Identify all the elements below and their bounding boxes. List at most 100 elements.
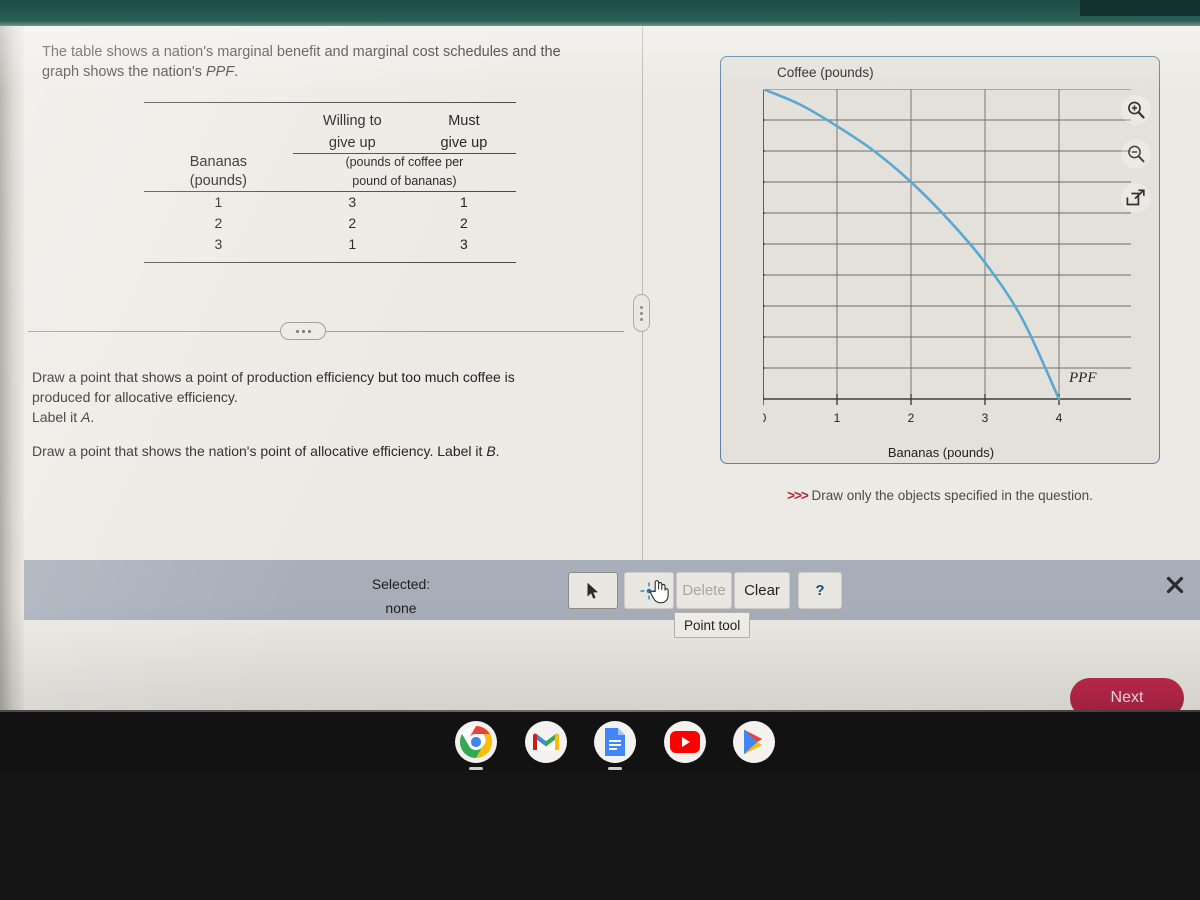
selected-value-text: none	[385, 600, 417, 616]
select-tool-button[interactable]	[568, 572, 618, 609]
next-button[interactable]: Next	[1070, 678, 1184, 710]
monitor-bezel-corner	[1080, 0, 1200, 16]
task-a-label-letter: A	[81, 409, 91, 425]
delete-button[interactable]: Delete	[676, 572, 732, 609]
header-must-line2: give up	[411, 130, 516, 154]
open-in-new-icon	[1126, 189, 1145, 206]
table-row: 2 2 2	[144, 213, 516, 234]
magnifier-plus-icon	[1128, 101, 1145, 119]
point-tool-tooltip: Point tool	[674, 612, 751, 638]
task-a-label-pre: Label it	[32, 409, 82, 425]
ellipsis-dot-icon	[295, 329, 299, 333]
hint-text: Draw only the objects specified in the q…	[811, 488, 1093, 503]
table-row: 1 3 1	[144, 192, 516, 214]
marginal-benefit-cost-table: Willing to Must give up give up Bananas …	[144, 102, 516, 263]
prompt-line-1: The table shows a nation's marginal bene…	[42, 44, 561, 60]
splitter-grip-handle[interactable]	[633, 294, 650, 332]
x-tick-label: 2	[908, 411, 915, 425]
header-bananas-line2: (pounds)	[144, 172, 293, 192]
chrome-glyph-icon	[459, 725, 493, 759]
grip-dot-icon	[640, 317, 643, 321]
screen-photograph: The table shows a nation's marginal bene…	[0, 0, 1200, 900]
horizontal-gridlines	[763, 89, 1131, 369]
taskbar-icon-row	[455, 718, 775, 770]
play-store-glyph-icon	[744, 729, 763, 755]
task-a-label-post: .	[90, 409, 95, 425]
ppf-curve-label: PPF	[1068, 370, 1097, 386]
chart-y-axis-title: Coffee (pounds)	[777, 65, 874, 80]
table-row: 3 1 3	[144, 234, 516, 255]
selected-status: Selected: none	[346, 572, 456, 620]
ppf-chart-svg[interactable]: 10 9 8 7 6 5 4 3 2 1 0 0	[763, 89, 1143, 429]
expand-ellipsis-button[interactable]	[280, 322, 326, 340]
youtube-glyph-icon	[669, 731, 700, 753]
task-a-line-2: produced for allocative efficiency.	[32, 389, 238, 405]
pane-splitter[interactable]	[633, 26, 650, 581]
open-in-new-window-button[interactable]	[1121, 183, 1151, 213]
task-b-pre: Draw a point that shows the nation's poi…	[32, 443, 487, 459]
x-tick-label: 3	[982, 411, 989, 425]
header-unit-line1: (pounds of coffee per	[345, 155, 464, 170]
close-toolbar-button[interactable]	[1166, 576, 1184, 594]
docs-glyph-icon	[605, 728, 625, 756]
divider-line	[28, 331, 624, 332]
grip-dot-icon	[640, 305, 643, 309]
x-axis-tick-labels: 0 1 2 3 4	[763, 411, 1063, 425]
chrome-icon[interactable]	[455, 721, 497, 770]
cell-must: 1	[460, 194, 468, 210]
gmail-glyph-icon	[532, 733, 559, 750]
drawing-toolbar: Selected: none Delete Clear ? Point tool	[24, 560, 1200, 638]
help-button[interactable]: ?	[798, 572, 842, 609]
header-willing-line2: give up	[292, 130, 412, 154]
table-bottom-rule	[144, 255, 516, 263]
task-a-text: Draw a point that shows a point of produ…	[32, 367, 592, 427]
cell-bananas: 1	[214, 194, 223, 210]
cell-willing: 1	[348, 236, 357, 252]
drawing-hint: >>> Draw only the objects specified in t…	[720, 488, 1160, 503]
header-bananas-line1: Bananas	[189, 154, 248, 170]
chart-x-axis-title: Bananas (pounds)	[887, 445, 995, 460]
cell-willing: 2	[348, 215, 357, 231]
hint-arrows-icon: >>>	[787, 488, 809, 503]
prompt-line-2-post: .	[234, 64, 239, 80]
ellipsis-dot-icon	[307, 329, 311, 333]
graph-panel[interactable]: Coffee (pounds) 1 2 3 4 PPF Bananas (pou…	[720, 56, 1160, 464]
question-pane: The table shows a nation's marginal bene…	[24, 26, 636, 556]
app-running-indicator	[469, 767, 483, 770]
question-prompt: The table shows a nation's marginal bene…	[42, 42, 618, 82]
magnifier-minus-icon	[1128, 145, 1145, 163]
youtube-icon[interactable]	[663, 721, 706, 763]
app-running-indicator	[608, 767, 622, 770]
table-header-row-4: (pounds) pound of bananas)	[144, 172, 516, 192]
hand-pointer-icon	[650, 580, 669, 604]
clear-button[interactable]: Clear	[734, 572, 790, 609]
header-unit-line2: pound of bananas)	[292, 172, 516, 192]
close-icon	[1166, 576, 1184, 594]
header-must-line1: Must	[448, 112, 480, 129]
section-divider	[24, 322, 628, 342]
table-header-row-1: Willing to Must	[144, 109, 516, 131]
chart-plot-area[interactable]: 10 9 8 7 6 5 4 3 2 1 0 0	[763, 89, 1143, 429]
x-tick-label: 1	[834, 411, 841, 425]
zoom-in-button[interactable]	[1121, 95, 1151, 125]
play-store-icon[interactable]	[733, 721, 775, 763]
application-viewport: The table shows a nation's marginal bene…	[0, 26, 1200, 710]
x-tick-label: 0	[763, 411, 767, 425]
task-b-post: .	[495, 443, 500, 459]
monitor-bezel-top	[0, 0, 1200, 28]
prompt-line-2-pre: graph shows the nation's	[42, 64, 206, 80]
cell-must: 3	[460, 236, 468, 252]
gmail-icon[interactable]	[524, 721, 567, 763]
zoom-out-button[interactable]	[1121, 139, 1151, 169]
os-taskbar	[0, 710, 1200, 900]
mouse-cursor-hand-icon	[648, 578, 670, 604]
ellipsis-dot-icon	[301, 329, 305, 333]
taskbar-top-highlight	[0, 710, 1200, 712]
cell-must: 2	[460, 215, 468, 231]
table-header-row-3: Bananas (pounds of coffee per	[144, 153, 516, 172]
cell-bananas: 3	[214, 236, 223, 252]
task-a-line-1: Draw a point that shows a point of produ…	[32, 369, 515, 385]
header-willing-line1: Willing to	[322, 112, 382, 129]
grip-dot-icon	[640, 311, 643, 315]
google-docs-icon[interactable]	[594, 721, 636, 770]
